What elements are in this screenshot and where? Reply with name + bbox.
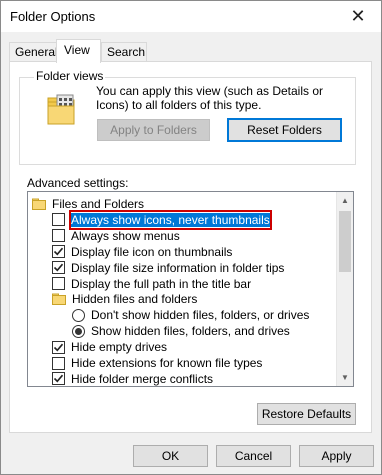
- folder-options-dialog: Folder Options ✕ General View Search Fol…: [0, 0, 382, 475]
- tree-item-label: Hide empty drives: [71, 340, 168, 355]
- checkbox-unchecked[interactable]: [52, 277, 65, 290]
- tree-item-label: Always show menus: [71, 228, 180, 243]
- advanced-settings-tree[interactable]: Hide folder merge conflicts Hide extensio…: [27, 191, 354, 387]
- apply-to-folders-label: Apply to Folders: [110, 123, 197, 137]
- reset-folders-label: Reset Folders: [247, 123, 322, 137]
- tree-item-hide-folder-merge-conflicts[interactable]: Hide folder merge conflicts: [52, 371, 353, 386]
- checkmark-icon: [53, 343, 64, 352]
- tree-item-display-file-size-information-in-folder-tips[interactable]: Display file size information in folder …: [52, 260, 353, 276]
- tree-item-files-and-folders: Files and Folders: [32, 196, 342, 212]
- close-button[interactable]: ✕: [335, 1, 381, 32]
- tree-item-hide-empty-drives[interactable]: Hide empty drives: [52, 339, 353, 355]
- tree-item-label: Hide folder merge conflicts: [71, 371, 214, 386]
- tree-item-label: Display file icon on thumbnails: [71, 244, 233, 259]
- cancel-button[interactable]: Cancel: [216, 445, 291, 467]
- checkbox-unchecked[interactable]: [52, 213, 65, 227]
- tree-item-always-show-menus[interactable]: Always show menus: [52, 228, 353, 244]
- checkmark-icon: [53, 247, 64, 256]
- restore-defaults-button[interactable]: Restore Defaults: [257, 403, 356, 425]
- tree-item-label: Files and Folders: [52, 197, 145, 211]
- tree-item-always-show-icons-never-thumbnails[interactable]: Always show icons, never thumbnails: [52, 209, 353, 230]
- folder-icon: [52, 293, 66, 306]
- checkbox-checked[interactable]: [52, 340, 65, 354]
- tree-item-don-t-show-hidden-files-folders-or-drives[interactable]: Don't show hidden files, folders, or dri…: [72, 307, 353, 323]
- scroll-down-icon[interactable]: ▼: [337, 369, 353, 386]
- folder-views-legend: Folder views: [34, 69, 106, 83]
- tree-scrollbar[interactable]: ▲ ▼: [336, 192, 353, 386]
- tree-item-hide-extensions-for-known-file-types[interactable]: Hide extensions for known file types: [52, 355, 353, 371]
- tree-item-display-file-icon-on-thumbnails[interactable]: Display file icon on thumbnails: [52, 244, 353, 260]
- tab-view[interactable]: View: [56, 39, 101, 63]
- folder-views-icon: [47, 94, 75, 125]
- tab-search[interactable]: Search: [101, 42, 147, 62]
- scroll-up-icon[interactable]: ▲: [337, 192, 353, 209]
- close-icon: ✕: [350, 6, 366, 26]
- title-bar: Folder Options ✕: [1, 1, 381, 32]
- tab-general-label: General: [15, 45, 58, 59]
- apply-button[interactable]: Apply: [299, 445, 374, 467]
- checkbox-checked[interactable]: [52, 372, 65, 386]
- radio-selected[interactable]: [72, 324, 85, 338]
- window-title: Folder Options: [10, 9, 96, 24]
- ok-button[interactable]: OK: [133, 445, 208, 467]
- tab-search-label: Search: [107, 45, 146, 59]
- advanced-settings-label: Advanced settings:: [27, 176, 129, 190]
- ok-label: OK: [161, 449, 180, 463]
- tree-item-label: Show hidden files, folders, and drives: [91, 324, 290, 339]
- apply-label: Apply: [321, 449, 352, 463]
- checkbox-checked[interactable]: [52, 261, 65, 275]
- apply-to-folders-button[interactable]: Apply to Folders: [97, 119, 210, 141]
- annotation-highlight-box: [69, 209, 272, 230]
- cancel-label: Cancel: [234, 449, 273, 463]
- tree-item-label: Display file size information in folder …: [71, 260, 285, 275]
- tab-strip: General View Search: [9, 39, 369, 63]
- tree-item-show-hidden-files-folders-and-drives[interactable]: Show hidden files, folders, and drives: [72, 323, 353, 339]
- tree-item-label: Hidden files and folders: [72, 292, 198, 307]
- radio-unselected[interactable]: [72, 308, 85, 322]
- scroll-thumb[interactable]: [339, 211, 351, 272]
- tree-item-hidden-files-and-folders: Hidden files and folders: [52, 291, 353, 307]
- tree-item-label: Display the full path in the title bar: [71, 276, 252, 291]
- tree-item-label: Hide extensions for known file types: [71, 356, 263, 370]
- checkbox-unchecked[interactable]: [52, 229, 65, 243]
- tree-item-display-the-full-path-in-the-title-bar[interactable]: Display the full path in the title bar: [52, 276, 353, 292]
- checkmark-icon: [53, 375, 64, 383]
- tab-view-label: View: [64, 43, 90, 57]
- radio-dot-icon: [75, 327, 82, 335]
- checkmark-icon: [53, 263, 64, 272]
- checkbox-unchecked[interactable]: [52, 356, 65, 370]
- tree-item-label: Don't show hidden files, folders, or dri…: [91, 308, 310, 323]
- tab-general[interactable]: General: [9, 42, 58, 62]
- restore-defaults-label: Restore Defaults: [261, 407, 352, 421]
- checkbox-checked[interactable]: [52, 245, 65, 259]
- folder-views-description: You can apply this view (such as Details…: [96, 84, 324, 112]
- folder-icon: [32, 198, 46, 210]
- reset-folders-button[interactable]: Reset Folders: [227, 118, 342, 142]
